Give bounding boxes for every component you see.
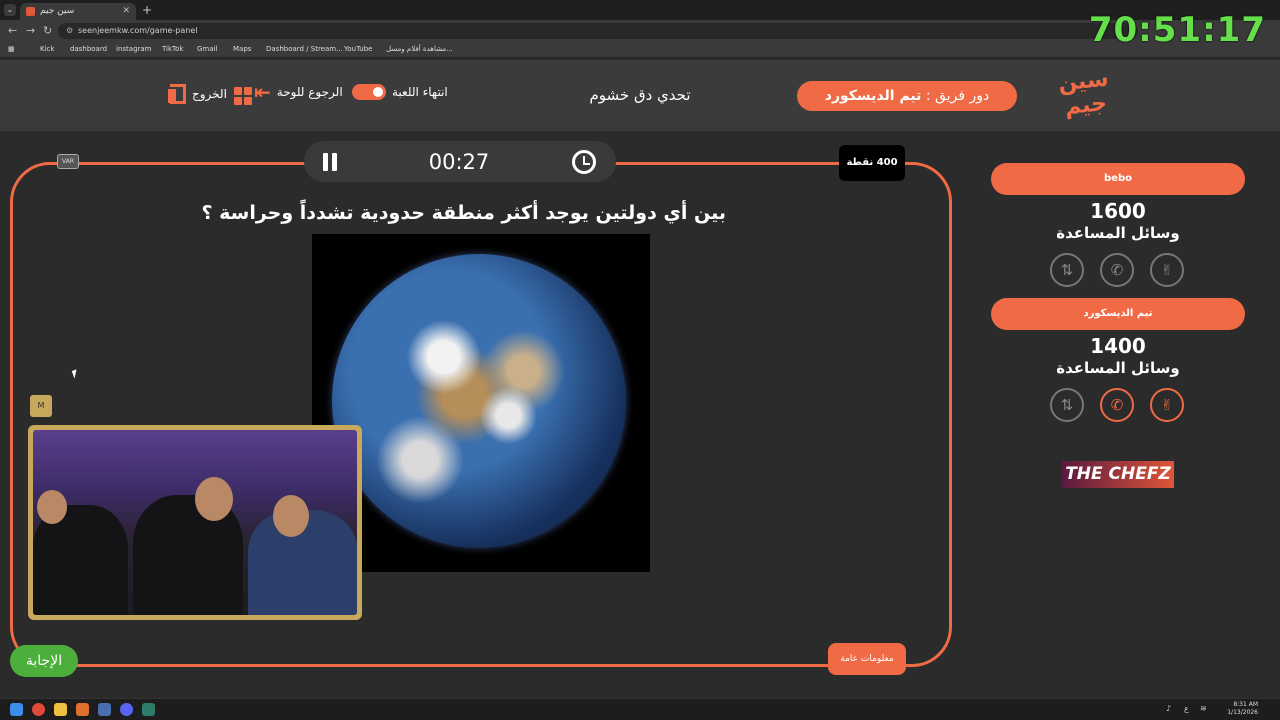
peace-hand-icon[interactable]: ✌ [1150, 388, 1184, 422]
clock-time: 8:31 AM [1233, 701, 1258, 708]
forward-arrow-icon[interactable]: → [26, 24, 35, 37]
discord-icon[interactable] [120, 703, 133, 716]
general-info-button[interactable]: معلومات عامة [828, 643, 906, 675]
wifi-icon[interactable]: ≋ [1200, 704, 1207, 713]
team-score: 1400 [1090, 334, 1146, 358]
turn-team-name: تيم الديسكورد [824, 88, 922, 104]
bookmark-youtube[interactable]: YouTube [334, 45, 372, 53]
exit-button[interactable]: الخروج [168, 84, 227, 104]
timer-bar: 00:27 [304, 141, 616, 182]
end-game-label: انتهاء اللعبة [392, 85, 448, 99]
exit-door-icon [168, 84, 186, 104]
reload-icon[interactable]: ↻ [43, 24, 52, 37]
youtube-icon [334, 45, 341, 52]
back-arrow-icon[interactable]: ← [8, 24, 17, 37]
toggle-icon [352, 84, 386, 100]
bookmark-instagram[interactable]: instagram [106, 45, 152, 53]
team-name-pill: تيم الديسكورد [991, 298, 1245, 330]
earth-globe-image [332, 254, 626, 548]
team-name-pill: bebo [991, 163, 1245, 195]
question-image [312, 234, 650, 572]
board-grid-icon[interactable] [234, 87, 252, 105]
question-points: 400 نقطة [839, 145, 905, 181]
webcam-feed [33, 430, 357, 615]
game-title: تحدي دق خشوم [589, 86, 691, 104]
taskbar-clock[interactable]: 8:31 AM 1/13/2026 [1227, 701, 1258, 717]
face [37, 490, 67, 524]
language-indicator[interactable]: ع [1184, 704, 1189, 713]
help-tools-label: وسائل المساعدة [1056, 224, 1180, 242]
maps-icon [223, 45, 230, 52]
browser-tab[interactable]: سين جيم ✕ [20, 3, 136, 20]
apps-grid-icon[interactable]: ▦ [8, 45, 15, 53]
end-game-button[interactable]: انتهاء اللعبة [352, 84, 448, 100]
windows-start-icon[interactable] [10, 703, 23, 716]
team-score: 1600 [1090, 199, 1146, 223]
bookmark-maps[interactable]: Maps [223, 45, 251, 53]
back-to-board-button[interactable]: الرجوع للوحة ⇤ [254, 80, 343, 104]
file-explorer-icon[interactable] [54, 703, 67, 716]
face [195, 477, 233, 521]
app-icon[interactable] [76, 703, 89, 716]
back-to-board-label: الرجوع للوحة [276, 85, 343, 99]
tab-search-button[interactable]: ⌄ [4, 4, 16, 16]
help-tools-label: وسائل المساعدة [1056, 359, 1180, 377]
site-favicon-icon [26, 7, 35, 16]
dashboard-icon [256, 45, 263, 52]
close-tab-icon[interactable]: ✕ [122, 6, 130, 16]
instagram-icon [106, 45, 113, 52]
question-text: بين أي دولتين يوجد أكثر منطقة حدودية تشد… [201, 202, 727, 224]
bookmark-dashboard[interactable]: dashboard [60, 45, 107, 53]
back-arrow-icon: ⇤ [254, 80, 271, 104]
site-info-icon[interactable]: ⚙ [66, 26, 73, 35]
mic-icon[interactable]: ♪ [1166, 704, 1171, 713]
os-taskbar: ♪ ع ≋ 8:31 AM 1/13/2026 [0, 698, 1280, 720]
swap-icon[interactable]: ⇅ [1050, 388, 1084, 422]
face [273, 495, 309, 537]
peace-hand-icon[interactable]: ✌ [1150, 253, 1184, 287]
movies-site-icon [376, 45, 383, 52]
bookmark-tiktok[interactable]: TikTok [152, 45, 183, 53]
phone-icon[interactable]: ✆ [1100, 388, 1134, 422]
webcam-frame [28, 425, 362, 620]
clock-date: 1/13/2026 [1227, 709, 1258, 716]
swap-icon[interactable]: ⇅ [1050, 253, 1084, 287]
bookmark-gmail[interactable]: Gmail [187, 45, 217, 53]
game-header: سين جيم دور فريق : تيم الديسكورد تحدي دق… [0, 60, 1280, 131]
turn-prefix: دور فريق : [925, 88, 990, 104]
app-icon[interactable] [98, 703, 111, 716]
tiktok-icon [152, 45, 159, 52]
reset-timer-icon[interactable] [572, 150, 596, 174]
tab-title: سين جيم [40, 6, 75, 16]
answer-button[interactable]: الإجابة [10, 645, 78, 677]
kick-icon [60, 45, 67, 52]
bookmark-kick[interactable]: Kick [30, 45, 54, 53]
pause-icon[interactable] [322, 153, 338, 171]
bookmark-movies[interactable]: مشاهدة أفلام ومسل... [376, 45, 453, 53]
current-turn-pill: دور فريق : تيم الديسكورد [797, 81, 1017, 111]
kick-icon [30, 45, 37, 52]
exit-label: الخروج [192, 87, 227, 101]
var-icon[interactable]: VAR [57, 154, 79, 169]
phone-icon[interactable]: ✆ [1100, 253, 1134, 287]
stream-timer-overlay: 70:51:17 [1088, 10, 1266, 50]
chrome-icon[interactable] [32, 703, 45, 716]
sponsor-logo: THE CHEFZ [1062, 461, 1174, 488]
url-text: seenjeemkw.com/game-panel [78, 26, 198, 35]
seenjeem-logo[interactable]: سين جيم [1053, 67, 1116, 127]
bookmark-dashboard-stream[interactable]: Dashboard / Stream... [256, 45, 343, 53]
question-timer: 00:27 [428, 150, 490, 174]
stream-badge-icon: M [30, 395, 52, 417]
gmail-icon [187, 45, 194, 52]
address-bar[interactable]: ⚙ seenjeemkw.com/game-panel [58, 23, 1138, 39]
app-icon[interactable] [142, 703, 155, 716]
new-tab-button[interactable]: + [142, 3, 152, 17]
